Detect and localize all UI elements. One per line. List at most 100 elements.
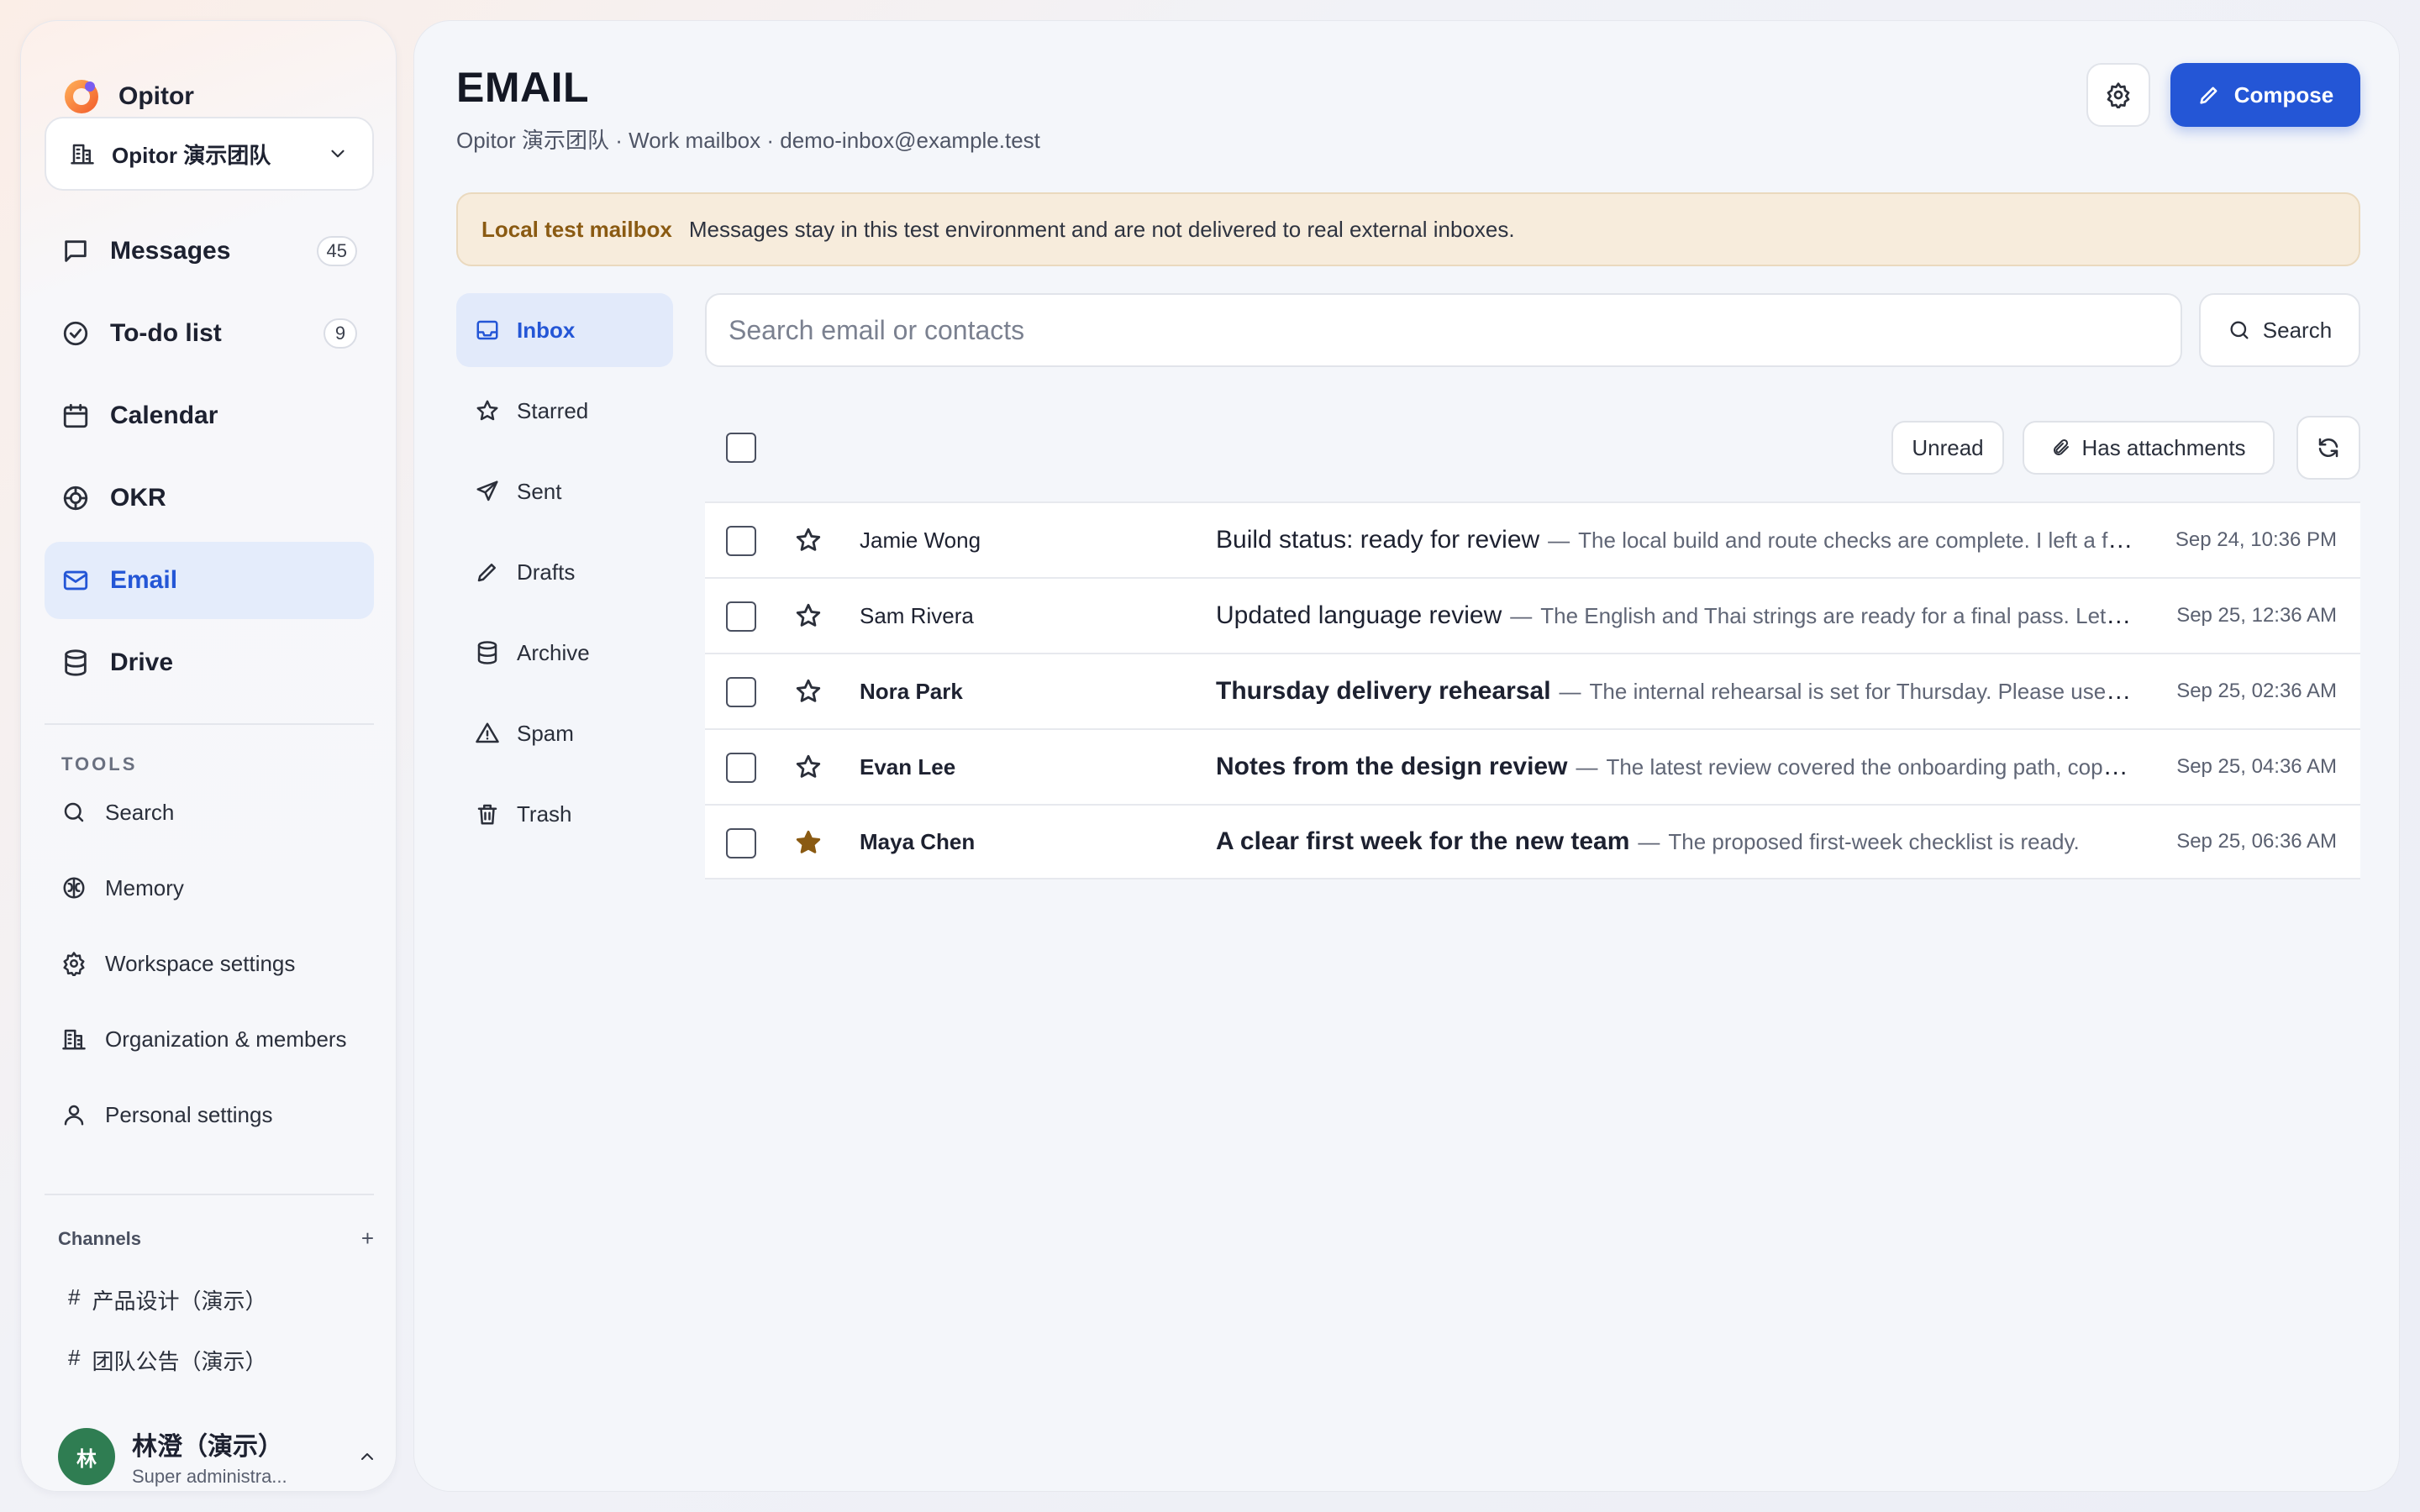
email-checkbox[interactable]: [726, 526, 756, 556]
tool-label: Memory: [105, 874, 184, 900]
tool-label: Organization & members: [105, 1026, 347, 1052]
mail-settings-button[interactable]: [2086, 63, 2150, 127]
search-icon: [61, 800, 87, 825]
tool-item-organization[interactable]: Organization & members: [61, 1014, 381, 1064]
user-card[interactable]: 林 林澄（演示） Super administra...: [58, 1419, 377, 1494]
email-row[interactable]: Evan Lee Notes from the design review — Th…: [705, 728, 2360, 804]
email-row[interactable]: Maya Chen A clear first week for the new…: [705, 804, 2360, 879]
unread-count-badge: 45: [316, 236, 357, 266]
nav-item-okr[interactable]: OKR: [45, 459, 374, 537]
folder-label: Archive: [517, 639, 590, 665]
email-snippet: The English and Thai strings are ready f…: [1540, 603, 2137, 628]
email-date: Sep 25, 12:36 AM: [2176, 604, 2337, 627]
folder-label: Inbox: [517, 317, 576, 343]
opitor-logo-icon: [61, 76, 102, 117]
email-subject: Build status: ready for review: [1216, 526, 1540, 554]
search-input[interactable]: [705, 293, 2182, 367]
brand-name: Opitor: [118, 82, 194, 110]
folder-inbox[interactable]: Inbox: [456, 293, 673, 367]
email-row[interactable]: Sam Rivera Updated language review — The E…: [705, 577, 2360, 653]
chevron-up-icon[interactable]: [357, 1446, 377, 1467]
nav-label: Messages: [110, 237, 231, 265]
star-icon[interactable]: [794, 677, 823, 706]
email-checkbox[interactable]: [726, 753, 756, 783]
tool-item-workspace-settings[interactable]: Workspace settings: [61, 938, 381, 989]
email-checkbox[interactable]: [726, 828, 756, 858]
email-row[interactable]: Nora Park Thursday delivery rehearsal — Th…: [705, 653, 2360, 728]
nav-item-calendar[interactable]: Calendar: [45, 377, 374, 454]
nav-item-todo[interactable]: To-do list 9: [45, 295, 374, 372]
page-title: EMAIL: [456, 64, 590, 111]
add-channel-button[interactable]: +: [361, 1226, 374, 1252]
folder-sent[interactable]: Sent: [456, 454, 673, 528]
star-icon[interactable]: [794, 526, 823, 554]
channel-item[interactable]: # 产品设计（演示）: [68, 1284, 266, 1315]
nav-label: To-do list: [110, 319, 222, 347]
refresh-icon: [2316, 435, 2341, 460]
channel-label: 团队公告（演示）: [92, 1349, 267, 1374]
nav-item-messages[interactable]: Messages 45: [45, 213, 374, 290]
email-sender: Sam Rivera: [860, 602, 974, 628]
channel-item[interactable]: # 团队公告（演示）: [68, 1345, 266, 1376]
divider: [45, 1194, 374, 1195]
star-icon[interactable]: [794, 601, 823, 630]
nav-item-email[interactable]: Email: [45, 542, 374, 619]
warning-icon: [475, 721, 500, 746]
star-filled-icon[interactable]: [794, 828, 823, 857]
email-date: Sep 25, 04:36 AM: [2176, 755, 2337, 778]
email-sender: Nora Park: [860, 678, 963, 704]
folder-spam[interactable]: Spam: [456, 696, 673, 770]
folder-starred[interactable]: Starred: [456, 374, 673, 448]
tool-item-memory[interactable]: Memory: [61, 863, 381, 913]
nav-label: Calendar: [110, 402, 218, 429]
email-checkbox[interactable]: [726, 677, 756, 707]
archive-icon: [475, 640, 500, 665]
target-icon: [61, 484, 90, 512]
filter-attachments-chip[interactable]: Has attachments: [2023, 421, 2275, 475]
building-icon: [70, 141, 95, 166]
page-subtitle: Opitor 演示团队 · Work mailbox · demo-inbox@…: [456, 128, 1040, 153]
folder-archive[interactable]: Archive: [456, 616, 673, 690]
email-summary: Notes from the design review — The latest …: [1216, 753, 2137, 781]
star-icon: [475, 398, 500, 423]
user-role: Super administra...: [132, 1466, 287, 1487]
tool-item-personal-settings[interactable]: Personal settings: [61, 1089, 381, 1140]
folder-trash[interactable]: Trash: [456, 777, 673, 851]
trash-icon: [475, 801, 500, 827]
email-date: Sep 24, 10:36 PM: [2175, 528, 2337, 551]
message-icon: [61, 237, 90, 265]
separator: —: [1559, 679, 1581, 704]
channels-header: Channels +: [58, 1226, 374, 1252]
tool-label: Workspace settings: [105, 950, 296, 976]
nav-label: Email: [110, 566, 178, 594]
nav-item-drive[interactable]: Drive: [45, 624, 374, 701]
channel-label: 产品设计（演示）: [92, 1289, 267, 1314]
compose-button[interactable]: Compose: [2170, 63, 2360, 127]
star-icon[interactable]: [794, 753, 823, 781]
refresh-button[interactable]: [2296, 416, 2360, 480]
email-subject: Thursday delivery rehearsal: [1216, 677, 1551, 705]
tool-label: Personal settings: [105, 1101, 273, 1127]
filter-label: Has attachments: [2081, 434, 2246, 460]
channels-title: Channels: [58, 1227, 142, 1249]
email-checkbox[interactable]: [726, 601, 756, 632]
folder-label: Spam: [517, 720, 574, 746]
folder-label: Sent: [517, 478, 562, 504]
workspace-select[interactable]: Opitor 演示团队: [45, 117, 374, 191]
brain-icon: [61, 875, 87, 900]
folder-label: Drafts: [517, 559, 576, 585]
email-sender: Evan Lee: [860, 753, 956, 780]
sidebar: Opitor Opitor 演示团队 Messages 45 To-do lis…: [20, 20, 397, 1492]
filter-unread-chip[interactable]: Unread: [1891, 421, 2004, 475]
tool-item-search[interactable]: Search: [61, 787, 381, 837]
folder-drafts[interactable]: Drafts: [456, 535, 673, 609]
email-row[interactable]: Jamie Wong Build status: ready for revie…: [705, 501, 2360, 577]
user-name: 林澄（演示）: [132, 1433, 283, 1461]
email-summary: A clear first week for the new team — The …: [1216, 827, 2137, 856]
email-summary: Updated language review — The English and …: [1216, 601, 2137, 630]
search-button[interactable]: Search: [2199, 293, 2360, 367]
email-snippet: The local build and route checks are com…: [1578, 528, 2137, 553]
email-subject: A clear first week for the new team: [1216, 827, 1630, 855]
search-button-label: Search: [2262, 317, 2333, 343]
select-all-checkbox[interactable]: [726, 433, 756, 463]
